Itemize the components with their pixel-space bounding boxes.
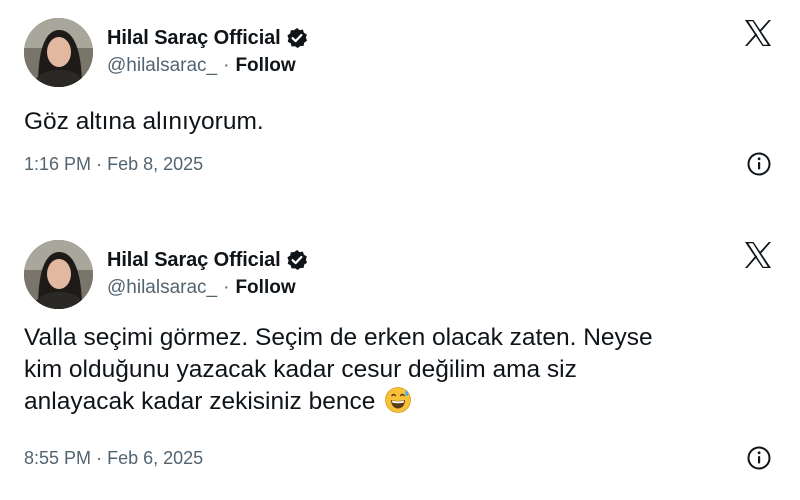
tweet-timestamp[interactable]: 1:16 PM · Feb 8, 2025 xyxy=(24,154,203,175)
info-icon[interactable] xyxy=(746,445,772,471)
x-logo-icon[interactable] xyxy=(742,239,774,271)
author-name[interactable]: Hilal Saraç Official xyxy=(107,27,281,50)
tweet-embed-2: Hilal Saraç Official @hilalsarac_ · Foll… xyxy=(0,222,800,500)
x-logo-icon[interactable] xyxy=(742,17,774,49)
follow-button[interactable]: Follow xyxy=(235,277,295,299)
tweet-text-line: kim olduğunu yazacak kadar cesur değilim… xyxy=(24,356,577,383)
separator-dot: · xyxy=(96,154,103,174)
separator-dot: · xyxy=(223,55,230,76)
avatar[interactable] xyxy=(24,18,93,87)
info-icon[interactable] xyxy=(746,151,772,177)
verified-badge-icon xyxy=(286,27,308,49)
follow-button[interactable]: Follow xyxy=(235,55,295,77)
avatar[interactable] xyxy=(24,240,93,309)
separator-dot: · xyxy=(223,277,230,298)
tweet-date: Feb 6, 2025 xyxy=(107,448,204,468)
author-row: Hilal Saraç Official xyxy=(107,247,308,273)
handle-row: @hilalsarac_ · Follow xyxy=(107,55,296,77)
tweet-text: Göz altına alınıyorum. xyxy=(24,108,264,135)
tweet-time: 1:16 PM xyxy=(24,154,92,174)
verified-badge-icon xyxy=(286,249,308,271)
grinning-sweat-emoji xyxy=(384,386,412,414)
tweet-timestamp[interactable]: 8:55 PM · Feb 6, 2025 xyxy=(24,448,203,469)
tweet-embed-1: Hilal Saraç Official @hilalsarac_ · Foll… xyxy=(0,0,800,215)
tweet-text: Valla seçimi görmez. Seçim de erken olac… xyxy=(24,322,784,418)
separator-dot: · xyxy=(96,448,103,468)
author-row: Hilal Saraç Official xyxy=(107,25,308,51)
author-name[interactable]: Hilal Saraç Official xyxy=(107,249,281,272)
handle-row: @hilalsarac_ · Follow xyxy=(107,277,296,299)
tweet-date: Feb 8, 2025 xyxy=(107,154,204,174)
tweet-time: 8:55 PM xyxy=(24,448,92,468)
author-handle[interactable]: @hilalsarac_ xyxy=(107,277,217,299)
tweet-text-line: anlayacak kadar zekisiniz bence xyxy=(24,388,376,415)
tweet-text-line: Valla seçimi görmez. Seçim de erken olac… xyxy=(24,324,653,351)
tweet-text-line-last: anlayacak kadar zekisiniz bence xyxy=(24,386,784,418)
author-handle[interactable]: @hilalsarac_ xyxy=(107,55,217,77)
